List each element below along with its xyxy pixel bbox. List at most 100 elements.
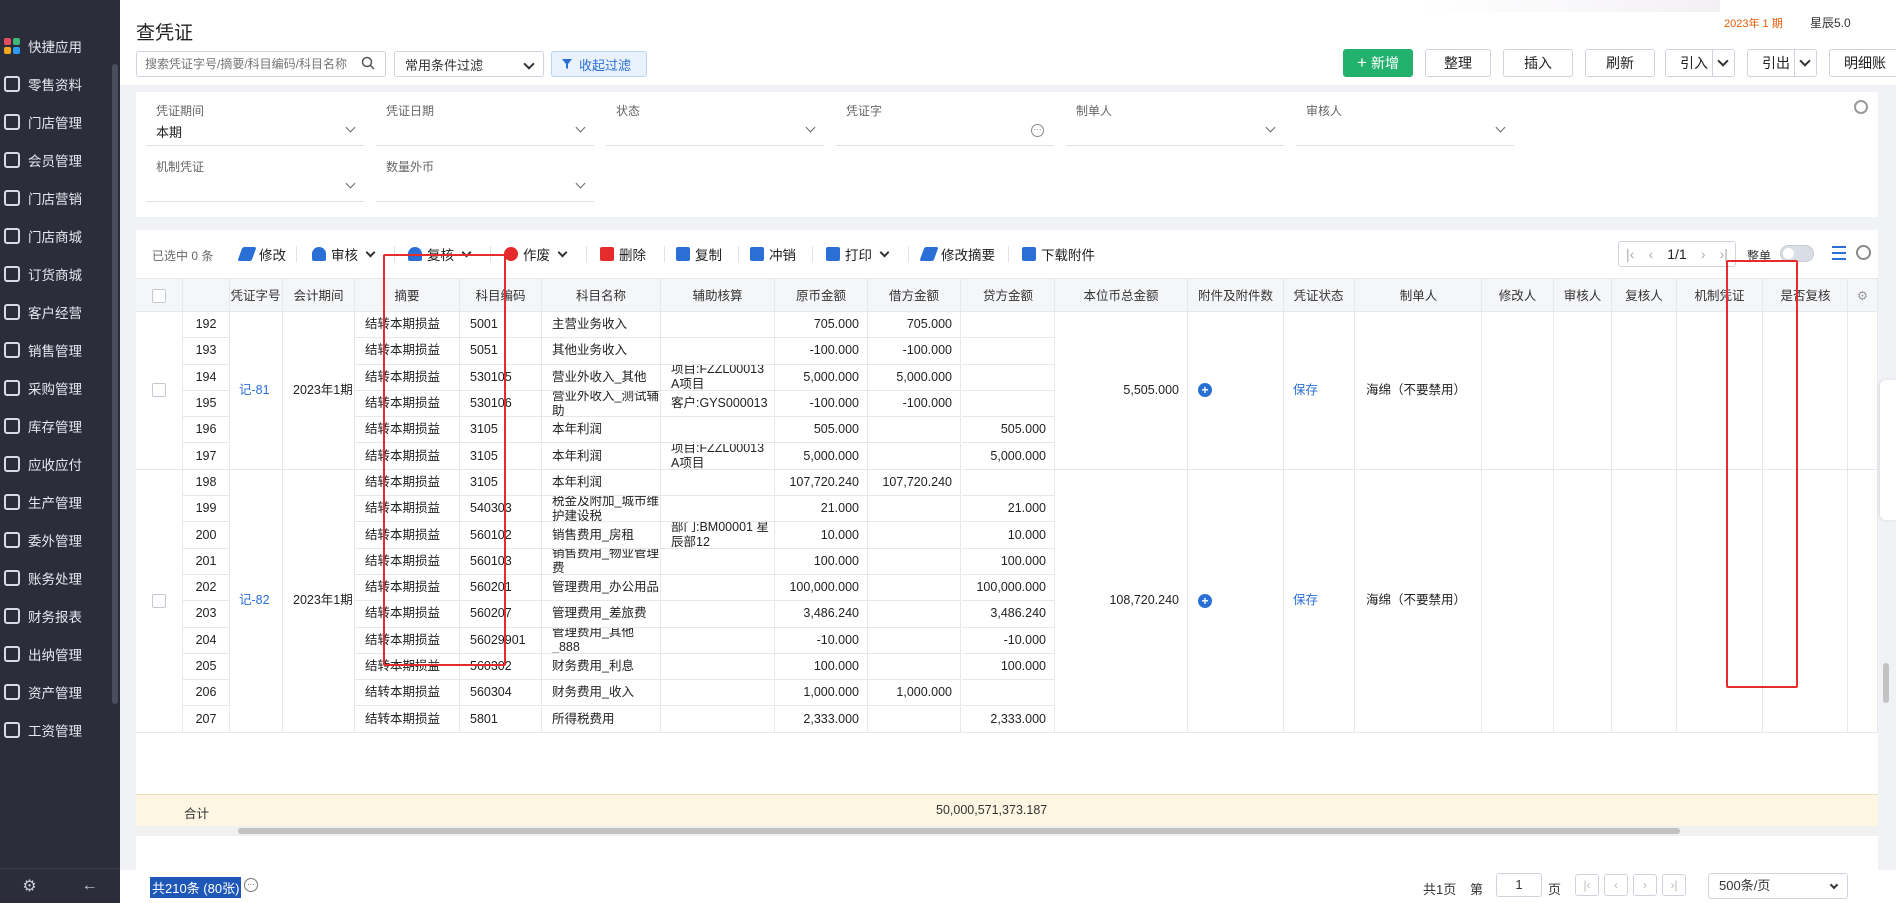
import-button[interactable]: 引入	[1665, 49, 1735, 77]
period-badge[interactable]: 2023年 1 期	[1724, 15, 1783, 31]
whole-order-toggle[interactable]	[1780, 245, 1814, 262]
sidebar-item-1[interactable]: 零售资料	[0, 64, 110, 104]
collapse-filter-button[interactable]: 收起过滤	[551, 51, 647, 77]
last-page-button[interactable]: ›|	[1662, 874, 1686, 896]
header-attach[interactable]: 附件及附件数	[1188, 279, 1284, 313]
summary-cell[interactable]: 结转本期损益	[355, 390, 460, 418]
voucher-number-link[interactable]: 记-82	[229, 469, 283, 733]
row-checkbox[interactable]	[152, 593, 166, 608]
side-help-tabs[interactable]	[1880, 380, 1896, 520]
header-period[interactable]: 会计期间	[283, 279, 355, 313]
summary-cell[interactable]: 结转本期损益	[355, 417, 460, 444]
organize-button[interactable]: 整理	[1425, 49, 1491, 77]
sidebar-item-7[interactable]: 客户经营	[0, 292, 110, 332]
export-button[interactable]: 引出	[1747, 49, 1817, 77]
last-page-icon[interactable]: ›|	[1720, 246, 1728, 262]
sidebar-item-16[interactable]: 出纳管理	[0, 634, 110, 674]
summary-cell[interactable]: 结转本期损益	[355, 312, 460, 339]
voucher-number-link[interactable]: 记-81	[229, 312, 283, 470]
sidebar-item-12[interactable]: 生产管理	[0, 482, 110, 522]
summary-cell[interactable]: 结转本期损益	[355, 522, 460, 549]
header-isrecheck[interactable]: 是否复核	[1764, 279, 1848, 313]
summary-cell[interactable]: 结转本期损益	[355, 601, 460, 628]
summary-cell[interactable]: 结转本期损益	[355, 364, 460, 391]
header-voucher[interactable]: 凭证字号	[229, 279, 283, 313]
gear-icon[interactable]	[1854, 100, 1868, 114]
header-creator[interactable]: 制单人	[1356, 279, 1482, 313]
insert-button[interactable]: 插入	[1503, 49, 1573, 77]
vertical-scrollbar[interactable]	[1880, 278, 1892, 818]
list-view-icon[interactable]	[1832, 246, 1846, 260]
next-page-icon[interactable]: ›	[1701, 246, 1706, 262]
header-modifier[interactable]: 修改人	[1482, 279, 1554, 313]
brand-label[interactable]: 星辰5.0	[1810, 14, 1851, 31]
sidebar-item-17[interactable]: 资产管理	[0, 672, 110, 712]
chart-view-icon[interactable]	[1856, 245, 1871, 260]
row-checkbox[interactable]	[152, 383, 166, 398]
header-status[interactable]: 凭证状态	[1283, 279, 1355, 313]
next-page-button[interactable]: ›	[1633, 874, 1657, 896]
summary-cell[interactable]: 结转本期损益	[355, 653, 460, 681]
status-field[interactable]: 状态	[606, 92, 824, 146]
summary-cell[interactable]: 结转本期损益	[355, 548, 460, 575]
sidebar-item-4[interactable]: 门店营销	[0, 178, 110, 218]
sidebar-item-3[interactable]: 会员管理	[0, 140, 110, 180]
summary-cell[interactable]: 结转本期损益	[355, 680, 460, 707]
status-link[interactable]: 保存	[1283, 312, 1355, 470]
sidebar-item-2[interactable]: 门店管理	[0, 102, 110, 142]
add-button[interactable]: + 新增	[1343, 49, 1413, 77]
sidebar-item-8[interactable]: 销售管理	[0, 330, 110, 370]
sidebar-item-11[interactable]: 应收应付	[0, 444, 110, 484]
settings-icon[interactable]: ⚙	[22, 876, 36, 896]
sidebar-item-18[interactable]: 工资管理	[0, 710, 110, 750]
header-summary[interactable]: 摘要	[355, 279, 460, 313]
add-attachment-icon[interactable]: +	[1198, 593, 1212, 608]
first-page-icon[interactable]: |‹	[1626, 246, 1634, 262]
download-attachment-button[interactable]: 下载附件	[1022, 244, 1095, 264]
row-checkbox-cell[interactable]	[136, 469, 183, 733]
edit-button[interactable]: 修改	[237, 244, 286, 264]
period-field[interactable]: 凭证期间 本期	[146, 92, 364, 146]
auditor-field[interactable]: 审核人	[1296, 92, 1514, 146]
ellipsis-icon[interactable]: ···	[244, 878, 258, 892]
header-select-all[interactable]	[136, 279, 183, 313]
summary-cell[interactable]: 结转本期损益	[355, 575, 460, 602]
void-button[interactable]: 作废	[504, 244, 568, 264]
export-dropdown-icon[interactable]	[1794, 50, 1816, 76]
search-icon[interactable]	[361, 56, 375, 70]
edit-summary-button[interactable]: 修改摘要	[919, 244, 995, 264]
audit-button[interactable]: 审核	[312, 244, 376, 264]
page-number-input[interactable]: 1	[1496, 873, 1542, 897]
header-code[interactable]: 科目编码	[460, 279, 542, 313]
summary-cell[interactable]: 结转本期损益	[355, 496, 460, 523]
ellipsis-icon[interactable]: ···	[1031, 124, 1044, 137]
detail-ledger-button[interactable]: 明细账	[1829, 49, 1896, 77]
condition-filter-select[interactable]: 常用条件过滤	[394, 51, 544, 77]
summary-cell[interactable]: 结转本期损益	[355, 706, 460, 733]
header-name[interactable]: 科目名称	[542, 279, 661, 313]
offset-button[interactable]: 冲销	[750, 244, 796, 264]
header-machine[interactable]: 机制凭证	[1677, 279, 1763, 313]
summary-cell[interactable]: 结转本期损益	[355, 627, 460, 654]
first-page-button[interactable]: |‹	[1575, 874, 1599, 896]
sidebar-item-5[interactable]: 门店商城	[0, 216, 110, 256]
sidebar-item-13[interactable]: 委外管理	[0, 520, 110, 560]
refresh-button[interactable]: 刷新	[1585, 49, 1655, 77]
sidebar-item-10[interactable]: 库存管理	[0, 406, 110, 446]
header-auditor[interactable]: 审核人	[1554, 279, 1612, 313]
delete-button[interactable]: 删除	[600, 244, 646, 264]
column-settings-icon[interactable]: ⚙	[1848, 279, 1878, 313]
sidebar-item-0[interactable]: 快捷应用	[0, 26, 110, 66]
per-page-select[interactable]: 500条/页	[1708, 873, 1848, 899]
header-total[interactable]: 本位币总金额	[1055, 279, 1188, 313]
add-attachment-icon[interactable]: +	[1198, 383, 1212, 398]
import-dropdown-icon[interactable]	[1712, 50, 1734, 76]
copy-button[interactable]: 复制	[676, 244, 722, 264]
print-button[interactable]: 打印	[826, 244, 890, 264]
sidebar-item-6[interactable]: 订货商城	[0, 254, 110, 294]
foreign-qty-field[interactable]: 数量外币	[376, 148, 594, 202]
collapse-arrow-icon[interactable]: ←	[82, 877, 98, 895]
header-aux[interactable]: 辅助核算	[661, 279, 775, 313]
recheck-button[interactable]: 复核	[408, 244, 472, 264]
prev-page-button[interactable]: ‹	[1604, 874, 1628, 896]
